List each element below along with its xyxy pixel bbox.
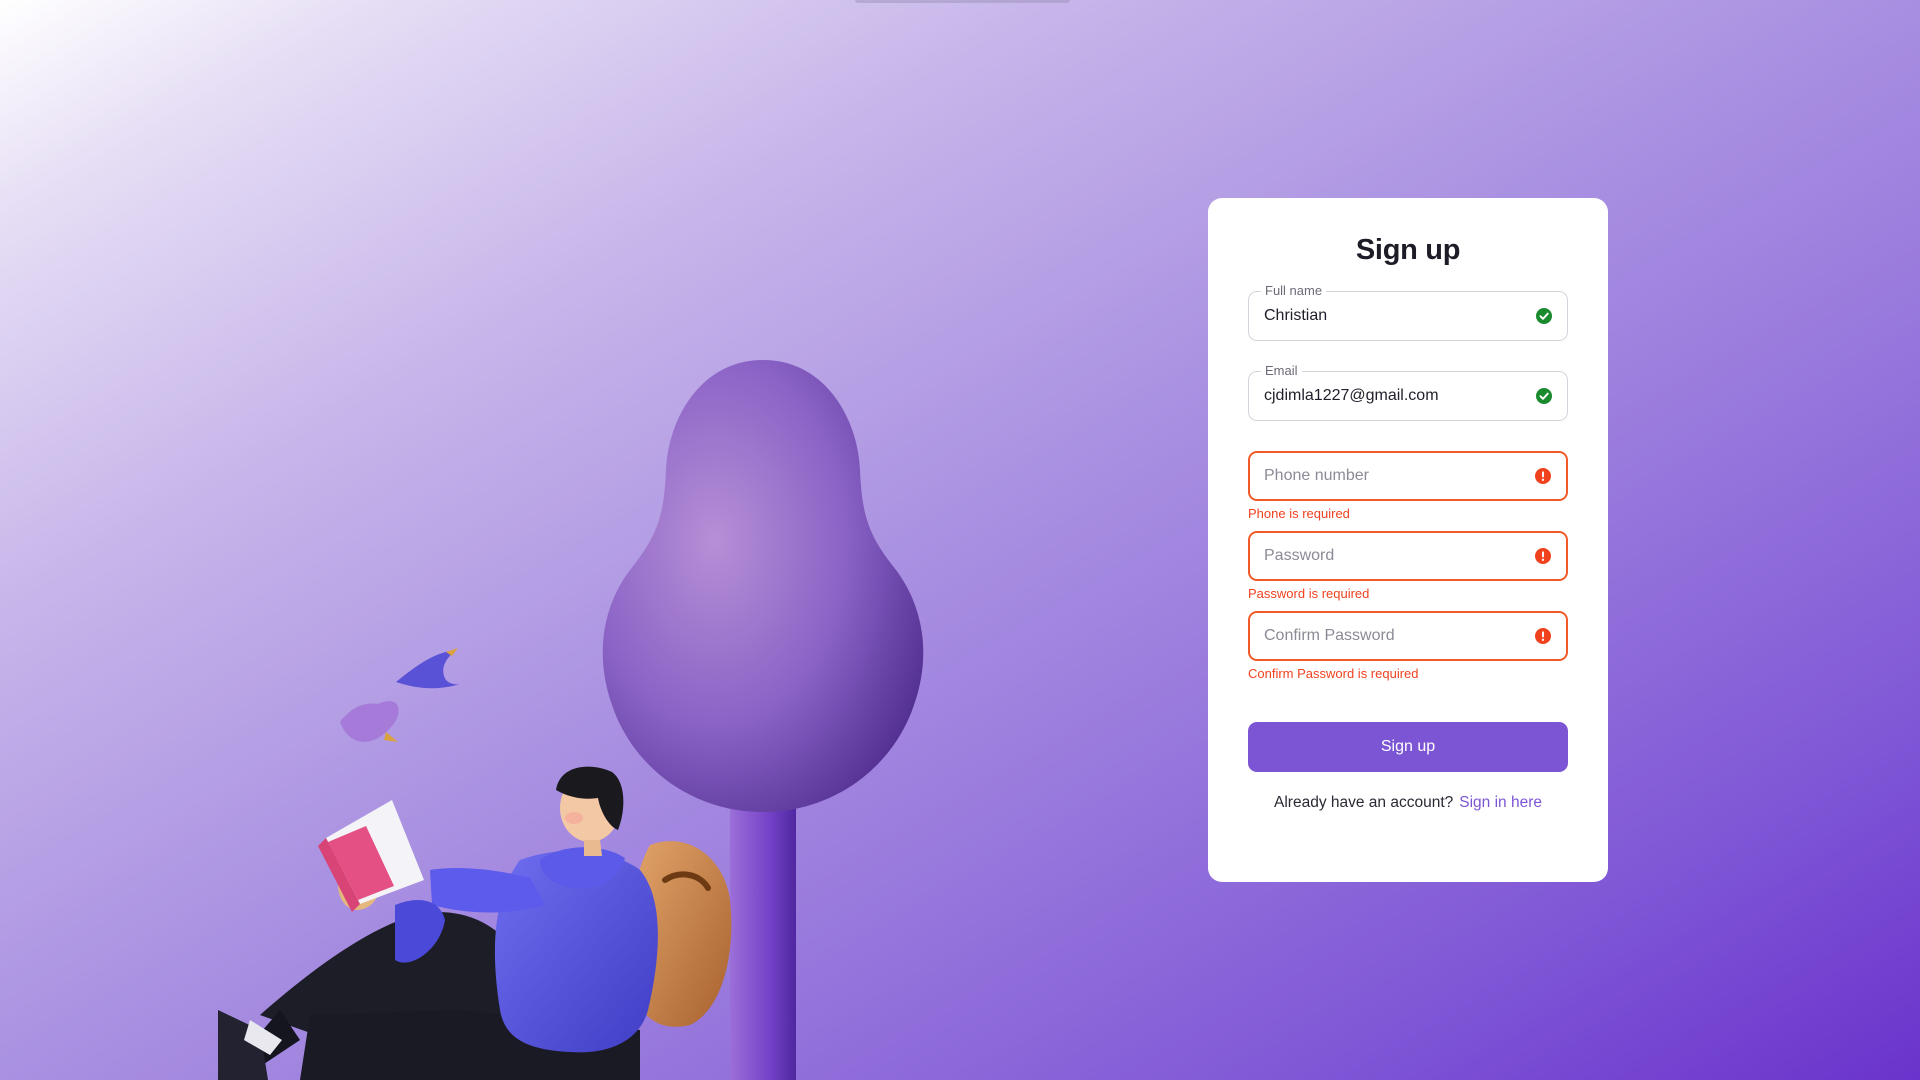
confirm-password-error: Confirm Password is required xyxy=(1248,666,1419,681)
hero-illustration xyxy=(218,360,924,1080)
phone-input[interactable] xyxy=(1250,453,1566,499)
reading-person xyxy=(218,766,732,1080)
phone-field[interactable] xyxy=(1248,451,1568,501)
bird-violet xyxy=(340,701,399,742)
signin-prompt: Already have an account? Sign in here xyxy=(1208,794,1608,812)
sign-in-link[interactable]: Sign in here xyxy=(1459,794,1542,811)
check-circle-icon xyxy=(1536,308,1552,324)
bird-blue xyxy=(396,648,460,689)
email-field[interactable]: Email cjdimla1227@gmail.com xyxy=(1248,363,1568,421)
sign-up-button[interactable]: Sign up xyxy=(1248,722,1568,772)
full-name-value[interactable]: Christian xyxy=(1264,292,1327,340)
signup-card: Sign up Full name Christian Email cjdiml… xyxy=(1208,198,1608,882)
phone-error: Phone is required xyxy=(1248,506,1350,521)
password-input[interactable] xyxy=(1250,533,1566,579)
password-error: Password is required xyxy=(1248,586,1370,601)
alert-circle-icon xyxy=(1535,548,1551,564)
password-field[interactable] xyxy=(1248,531,1568,581)
email-value[interactable]: cjdimla1227@gmail.com xyxy=(1264,372,1439,420)
page-title: Sign up xyxy=(1355,234,1461,266)
confirm-password-field[interactable] xyxy=(1248,611,1568,661)
full-name-field[interactable]: Full name Christian xyxy=(1248,283,1568,341)
alert-circle-icon xyxy=(1535,468,1551,484)
confirm-password-input[interactable] xyxy=(1250,613,1566,659)
check-circle-icon xyxy=(1536,388,1552,404)
alert-circle-icon xyxy=(1535,628,1551,644)
signin-prompt-text: Already have an account? xyxy=(1274,794,1454,811)
